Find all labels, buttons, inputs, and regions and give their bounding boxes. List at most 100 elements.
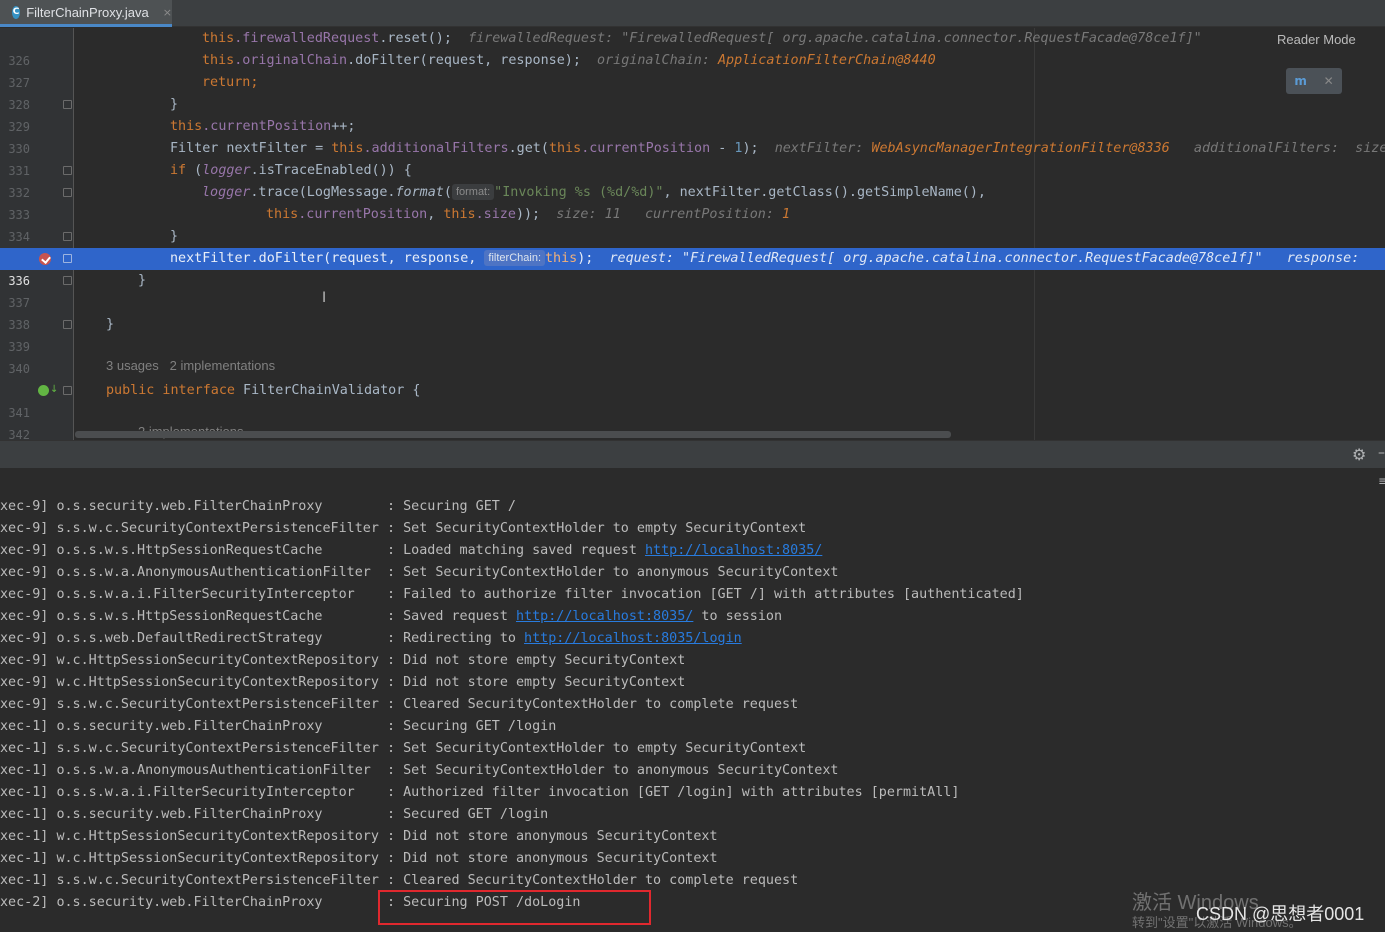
maven-icon[interactable]: m — [1294, 74, 1307, 88]
java-class-icon: C — [12, 5, 21, 19]
log-thread: xec-1] — [0, 741, 49, 756]
log-link[interactable]: http://localhost:8035/login — [524, 631, 742, 646]
code-line-335: 335 } — [0, 226, 1385, 266]
breakpoint-icon[interactable] — [39, 253, 51, 265]
code-line-331: 331 Filter nextFilter = this.additionalF… — [0, 138, 1385, 178]
code-token: .size — [475, 207, 516, 222]
code-line-336-current: 336 nextFilter.doFilter(request, respons… — [0, 248, 1385, 288]
code-line-340: 340 — [0, 336, 1385, 376]
maven-reload-widget[interactable]: m ✕ — [1286, 68, 1342, 94]
fold-marker-icon[interactable] — [63, 166, 72, 175]
fold-marker-icon[interactable] — [63, 320, 72, 329]
close-icon[interactable]: × — [163, 6, 172, 19]
code-token: ( — [443, 185, 452, 200]
code-token: return; — [202, 75, 259, 90]
log-message: : Loaded matching saved request — [386, 543, 645, 558]
gear-icon[interactable]: ⚙ — [1352, 445, 1366, 464]
log-link[interactable]: http://localhost:8035/ — [645, 543, 822, 558]
log-message-suffix: to session — [693, 609, 783, 624]
usages-label[interactable]: 3 usages 2 implementations — [106, 358, 275, 373]
implemented-icon[interactable] — [38, 385, 49, 396]
code-token: format — [395, 185, 444, 200]
code-token: logger — [202, 163, 251, 178]
code-token: } — [106, 317, 115, 332]
usages-annotation[interactable]: 3 usages 2 implementations — [0, 358, 1385, 380]
horizontal-scrollbar[interactable] — [75, 431, 951, 438]
code-line-338: 338 — [0, 292, 1385, 332]
code-editor[interactable]: 326 this.firewalledRequest.reset(); fire… — [0, 28, 1385, 440]
log-line: xec-1] o.s.s.w.a.AnonymousAuthentication… — [0, 760, 1385, 782]
code-token: Filter nextFilter = — [170, 141, 332, 156]
inline-debug-key: nextFilter: — [774, 141, 872, 156]
code-token: .currentPosition — [202, 119, 332, 134]
log-thread: xec-9] — [0, 565, 49, 580]
fold-marker-icon[interactable] — [63, 276, 72, 285]
log-line: xec-9] o.s.s.w.a.i.FilterSecurityInterce… — [0, 584, 1385, 606]
inline-debug-value: WebAsyncManagerIntegrationFilter@8336 — [871, 141, 1170, 156]
close-icon[interactable]: ✕ — [1324, 74, 1334, 88]
parameter-hint: filterChain: — [484, 250, 545, 266]
code-token: .isTraceEnabled()) { — [250, 163, 412, 178]
log-logger: w.c.HttpSessionSecurityContextRepository — [56, 851, 379, 866]
console-output[interactable]: ≡ xec-9] o.s.security.web.FilterChainPro… — [0, 468, 1385, 932]
code-line-332: 332 if (logger.isTraceEnabled()) { — [0, 160, 1385, 200]
log-logger: s.s.w.c.SecurityContextPersistenceFilter — [56, 741, 379, 756]
code-token: , nextFilter.getClass().getSimpleName(), — [663, 185, 986, 200]
console-menu-icon[interactable]: ≡ — [1378, 474, 1385, 488]
log-line: xec-1] o.s.s.w.a.i.FilterSecurityInterce… — [0, 782, 1385, 804]
log-logger: o.s.s.w.s.HttpSessionRequestCache — [56, 543, 379, 558]
code-line-339: 339 } — [0, 314, 1385, 354]
highlight-box — [378, 890, 651, 925]
hide-icon[interactable]: – — [1378, 445, 1385, 461]
log-logger: o.s.s.w.a.i.FilterSecurityInterceptor — [56, 785, 379, 800]
fold-marker-icon[interactable] — [63, 386, 72, 395]
fold-marker-icon[interactable] — [63, 232, 72, 241]
log-logger: o.s.security.web.FilterChainProxy — [56, 719, 379, 734]
fold-marker-icon[interactable] — [63, 188, 72, 197]
fold-marker-icon[interactable] — [63, 254, 72, 263]
log-message: : Did not store anonymous SecurityContex… — [386, 829, 718, 844]
log-logger: o.s.s.web.DefaultRedirectStrategy — [56, 631, 379, 646]
code-line-329: 329 } — [0, 94, 1385, 134]
code-line-326: 326 this.firewalledRequest.reset(); fire… — [0, 28, 1385, 68]
code-token: .get( — [508, 141, 549, 156]
code-token: .doFilter(request, response); — [347, 53, 581, 68]
code-token: public interface — [106, 383, 235, 398]
code-token: , — [427, 207, 444, 222]
code-token: .additionalFilters — [363, 141, 509, 156]
text-cursor-icon: I — [322, 290, 327, 306]
code-token: if — [170, 163, 187, 178]
log-thread: xec-1] — [0, 719, 49, 734]
code-token: .trace(LogMessage. — [250, 185, 396, 200]
log-thread: xec-1] — [0, 829, 49, 844]
log-line: xec-1] w.c.HttpSessionSecurityContextRep… — [0, 848, 1385, 870]
editor-tab-bar: C FilterChainProxy.java × — [0, 0, 1385, 27]
inline-debug-key: size: — [556, 207, 605, 222]
log-logger: w.c.HttpSessionSecurityContextRepository — [56, 653, 379, 668]
reader-mode-button[interactable]: Reader Mode — [1277, 32, 1356, 47]
code-token: .originalChain — [234, 53, 348, 68]
inline-debug-key: originalChain: — [597, 53, 718, 68]
log-thread: xec-9] — [0, 675, 49, 690]
code-token: .currentPosition — [298, 207, 428, 222]
log-message: : Did not store anonymous SecurityContex… — [386, 851, 718, 866]
log-line: xec-9] o.s.s.w.s.HttpSessionRequestCache… — [0, 606, 1385, 628]
inline-debug-value: 11 — [604, 207, 621, 222]
log-logger: o.s.s.w.s.HttpSessionRequestCache — [56, 609, 379, 624]
code-token: } — [170, 97, 179, 112]
code-token: ); — [742, 141, 759, 156]
log-link[interactable]: http://localhost:8035/ — [516, 609, 693, 624]
log-line: xec-9] o.s.s.web.DefaultRedirectStrategy… — [0, 628, 1385, 650]
log-thread: xec-1] — [0, 763, 49, 778]
tab-filterchainproxy[interactable]: C FilterChainProxy.java × — [0, 0, 172, 27]
code-token: this — [202, 31, 235, 46]
inline-debug-key: response: — [1286, 251, 1368, 266]
code-token: .currentPosition — [581, 141, 711, 156]
inline-debug-value: 1 — [782, 207, 791, 222]
log-message: : Set SecurityContextHolder to empty Sec… — [386, 521, 807, 536]
code-line-334: 334 this.currentPosition, this.size)); s… — [0, 204, 1385, 244]
log-thread: xec-1] — [0, 851, 49, 866]
log-message: : Failed to authorize filter invocation … — [386, 587, 1024, 602]
fold-marker-icon[interactable] — [63, 100, 72, 109]
log-line: xec-9] o.s.security.web.FilterChainProxy… — [0, 496, 1385, 518]
